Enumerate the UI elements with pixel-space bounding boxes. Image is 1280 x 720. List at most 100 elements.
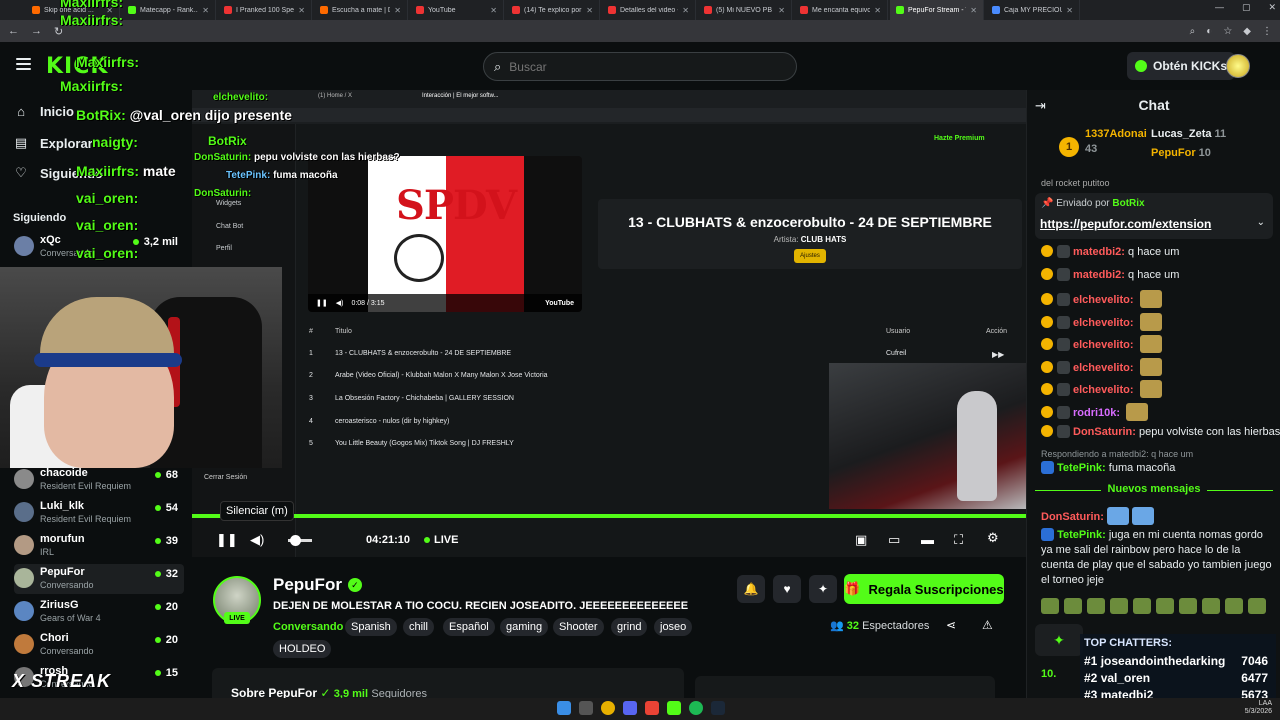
back-icon[interactable]: ←	[8, 25, 19, 37]
browser-icon[interactable]	[645, 701, 659, 715]
chat-user[interactable]: elchevelito:	[1073, 317, 1134, 329]
minimize-icon[interactable]: —	[1215, 2, 1224, 13]
stream-tag[interactable]: Spanish	[345, 618, 397, 636]
report-icon[interactable]: ⚠	[982, 618, 993, 632]
stream-tag[interactable]: joseo	[654, 618, 693, 636]
sidebar-channel[interactable]: PepuFor Conversando 32	[14, 564, 184, 594]
expand-pinned-icon[interactable]: ⌄	[1257, 217, 1265, 228]
browser-tab[interactable]: Escucha a mate | Disfruta ✕	[314, 0, 408, 20]
follow-heart-button[interactable]: ♥	[773, 575, 801, 603]
chat-user[interactable]: DonSaturin:	[1041, 511, 1104, 523]
emote[interactable]	[1202, 598, 1220, 614]
chat-user[interactable]: matedbi2:	[1073, 246, 1125, 258]
chat-user[interactable]: elchevelito:	[1073, 339, 1134, 351]
notify-bell-button[interactable]: 🔔	[737, 575, 765, 603]
tab-close-icon[interactable]: ✕	[970, 6, 977, 15]
chat-sparkle-icon[interactable]: ✦	[1035, 624, 1083, 656]
chat-user[interactable]: elchevelito:	[1073, 362, 1134, 374]
browser-tab[interactable]: PepuFor Stream - Watch ✕	[890, 0, 984, 20]
menu-dots-icon[interactable]: ⋮	[1262, 26, 1272, 37]
user-avatar[interactable]	[1226, 54, 1250, 78]
browser-tab[interactable]: (14) Te explico por qué el ✕	[506, 0, 600, 20]
puzzle-icon[interactable]: ◆	[1243, 26, 1251, 37]
start-icon[interactable]	[557, 701, 571, 715]
sidebar-channel[interactable]: Luki_klk Resident Evil Requiem 54	[14, 498, 184, 528]
search-input[interactable]	[509, 59, 770, 74]
volume-knob[interactable]	[290, 535, 301, 546]
stream-tag[interactable]: gaming	[500, 618, 549, 636]
gift-subs-button[interactable]: 🎁 Regala Suscripciones	[844, 574, 1004, 604]
get-kicks-button[interactable]: Obtén KICKs	[1127, 52, 1236, 80]
volume-icon[interactable]: ◀)	[250, 532, 264, 548]
steam-icon[interactable]	[711, 701, 725, 715]
kick-app-icon[interactable]	[667, 701, 681, 715]
taskview-icon[interactable]	[579, 701, 593, 715]
tab-close-icon[interactable]: ✕	[778, 6, 785, 15]
player-progress-bar[interactable]	[192, 514, 1026, 518]
tab-close-icon[interactable]: ✕	[490, 6, 497, 15]
emote[interactable]	[1179, 598, 1197, 614]
reply-user[interactable]: TetePink:	[1057, 462, 1106, 474]
stream-tag[interactable]: grind	[611, 618, 648, 636]
nav-home[interactable]: ⌂ Inicio	[14, 104, 74, 119]
settings-gear-icon[interactable]: ⚙	[987, 530, 999, 546]
chat-user[interactable]: rodri10k:	[1073, 407, 1120, 419]
tab-close-icon[interactable]: ✕	[682, 6, 689, 15]
emote[interactable]	[1156, 598, 1174, 614]
stream-tag[interactable]: HOLDEO	[273, 640, 332, 658]
close-window-icon[interactable]: ✕	[1268, 2, 1276, 13]
sidebar-channel[interactable]: chacoide Resident Evil Requiem 68	[14, 465, 184, 495]
tab-close-icon[interactable]: ✕	[394, 6, 401, 15]
browser-tab[interactable]: Caja MY PRECIOUS CS2 pa ✕	[986, 0, 1080, 20]
browser-tab[interactable]: (5) Mi NUEVO PB en Minecraft ✕	[698, 0, 792, 20]
sidebar-channel[interactable]: Chori Conversando 20	[14, 630, 184, 660]
chat-user[interactable]: DonSaturin:	[1073, 426, 1136, 438]
chat-user[interactable]: matedbi2:	[1073, 269, 1125, 281]
emote[interactable]	[1041, 598, 1059, 614]
discord-icon[interactable]	[623, 701, 637, 715]
emote[interactable]	[1064, 598, 1082, 614]
search-box[interactable]: ⌕	[483, 52, 797, 81]
tab-close-icon[interactable]: ✕	[874, 6, 881, 15]
extension-icon[interactable]: ◐	[1206, 26, 1212, 37]
zoom-icon[interactable]: ⌕	[1190, 26, 1196, 37]
menu-icon[interactable]	[16, 58, 31, 70]
browser-tab[interactable]: YouTube ✕	[410, 0, 504, 20]
long-msg-user[interactable]: TetePink:	[1057, 529, 1106, 541]
browser-tab[interactable]: Me encanta equivocarme ✕	[794, 0, 888, 20]
sidebar-channel[interactable]: ZiriusG Gears of War 4 20	[14, 597, 184, 627]
forward-icon[interactable]: →	[31, 25, 42, 37]
clip-icon[interactable]: ▭	[888, 532, 900, 548]
streamer-name[interactable]: PepuFor	[273, 575, 342, 595]
share-icon[interactable]: ⋖	[946, 618, 956, 632]
tab-close-icon[interactable]: ✕	[1066, 6, 1073, 15]
emote[interactable]	[1133, 598, 1151, 614]
emote[interactable]	[1110, 598, 1128, 614]
browser-tab[interactable]: I Pranked 100 Speedrunners ✕	[218, 0, 312, 20]
browser-tab[interactable]: Detalles del video - YouTube ✕	[602, 0, 696, 20]
stream-tag[interactable]: Español	[443, 618, 495, 636]
emote[interactable]	[1248, 598, 1266, 614]
maximize-icon[interactable]: ▢	[1242, 2, 1251, 13]
pause-icon[interactable]: ❚❚	[216, 532, 238, 548]
chat-user[interactable]: elchevelito:	[1073, 384, 1134, 396]
fullscreen-icon[interactable]: ⛶	[954, 532, 963, 548]
miniplayer-icon[interactable]: ▣	[855, 532, 867, 548]
theater-icon[interactable]: ▬	[921, 532, 934, 547]
tab-close-icon[interactable]: ✕	[202, 6, 209, 15]
stream-tag[interactable]: chill	[403, 618, 434, 636]
emote[interactable]	[1225, 598, 1243, 614]
emote[interactable]	[1087, 598, 1105, 614]
tab-close-icon[interactable]: ✕	[298, 6, 305, 15]
chat-user[interactable]: elchevelito:	[1073, 294, 1134, 306]
spotify-icon[interactable]	[689, 701, 703, 715]
chrome-icon[interactable]	[601, 701, 615, 715]
stream-tag[interactable]: Shooter	[553, 618, 604, 636]
sidebar-channel[interactable]: morufun IRL 39	[14, 531, 184, 561]
nav-browse[interactable]: ▤ Explorar	[14, 135, 93, 151]
star-icon[interactable]: ☆	[1223, 26, 1232, 37]
sparkle-button[interactable]: ✦	[809, 575, 837, 603]
pinned-link[interactable]: https://pepufor.com/extension	[1040, 217, 1211, 231]
stream-category[interactable]: Conversando	[273, 621, 343, 633]
browser-tab[interactable]: Matecapp - Rank... ✕	[122, 0, 216, 20]
